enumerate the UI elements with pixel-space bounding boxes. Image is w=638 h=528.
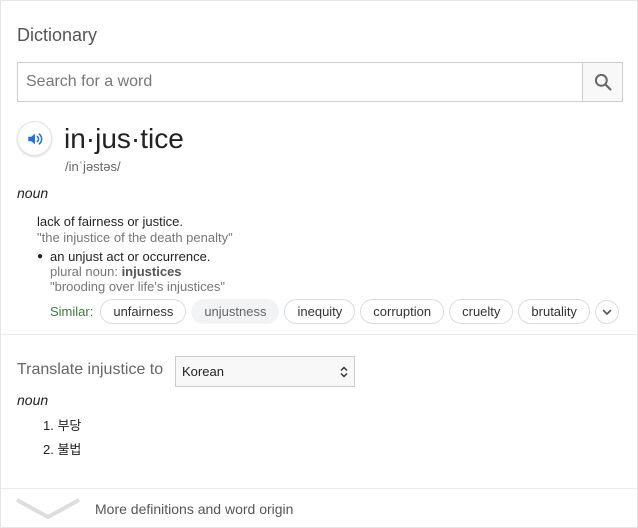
similar-chip[interactable]: cruelty: [449, 299, 514, 324]
plural-value: injustices: [121, 264, 182, 279]
definition-text: lack of fairness or justice.: [37, 214, 183, 229]
pronunciation-button[interactable]: [17, 121, 52, 156]
search-icon: [594, 73, 612, 91]
similar-label: Similar:: [50, 304, 94, 319]
dictionary-card: Dictionary in·jus·tice /inˈjəstəs/ noun …: [0, 0, 638, 528]
headword: in·jus·tice: [64, 123, 184, 154]
language-select[interactable]: Korean: [175, 356, 355, 387]
expand-similar-button[interactable]: [594, 299, 619, 324]
similar-chip[interactable]: brutality: [518, 299, 590, 324]
definition-example: "the injustice of the death penalty": [37, 230, 233, 245]
similar-chip[interactable]: unfairness: [100, 299, 187, 324]
part-of-speech: noun: [17, 185, 49, 201]
definition-text: an unjust act or occurrence.: [50, 249, 211, 264]
select-arrows-icon: [340, 366, 348, 378]
more-definitions-link[interactable]: More definitions and word origin: [1, 489, 638, 528]
speaker-icon: [27, 132, 42, 145]
translate-label: Translate injustice to: [17, 361, 164, 378]
search-box: [17, 62, 623, 102]
translation-part-of-speech: noun: [17, 392, 49, 408]
chevron-down-icon: [16, 498, 80, 520]
divider: [1, 334, 638, 335]
definition-example: "brooding over life's injustices": [50, 279, 226, 294]
translation-item: 1. 부당: [43, 418, 82, 433]
search-button[interactable]: [582, 63, 622, 101]
translation-list: 1. 부당 2. 불법: [43, 418, 81, 466]
similar-chip[interactable]: unjustness: [191, 299, 280, 324]
plural-label: plural noun:: [50, 264, 122, 279]
card-title: Dictionary: [17, 25, 98, 45]
translation-item: 2. 불법: [43, 442, 82, 457]
more-definitions-label: More definitions and word origin: [95, 501, 294, 517]
chevron-down-icon: [602, 309, 612, 315]
similar-words: Similar: unfairness unjustness inequity …: [50, 299, 619, 324]
language-value: Korean: [182, 364, 224, 379]
similar-chip[interactable]: inequity: [284, 299, 356, 324]
search-input[interactable]: [18, 63, 582, 101]
plural-form: plural noun: injustices: [50, 264, 182, 279]
bullet: ●: [37, 251, 44, 262]
phonetic: /inˈjəstəs/: [65, 159, 121, 174]
similar-chip[interactable]: corruption: [360, 299, 445, 324]
